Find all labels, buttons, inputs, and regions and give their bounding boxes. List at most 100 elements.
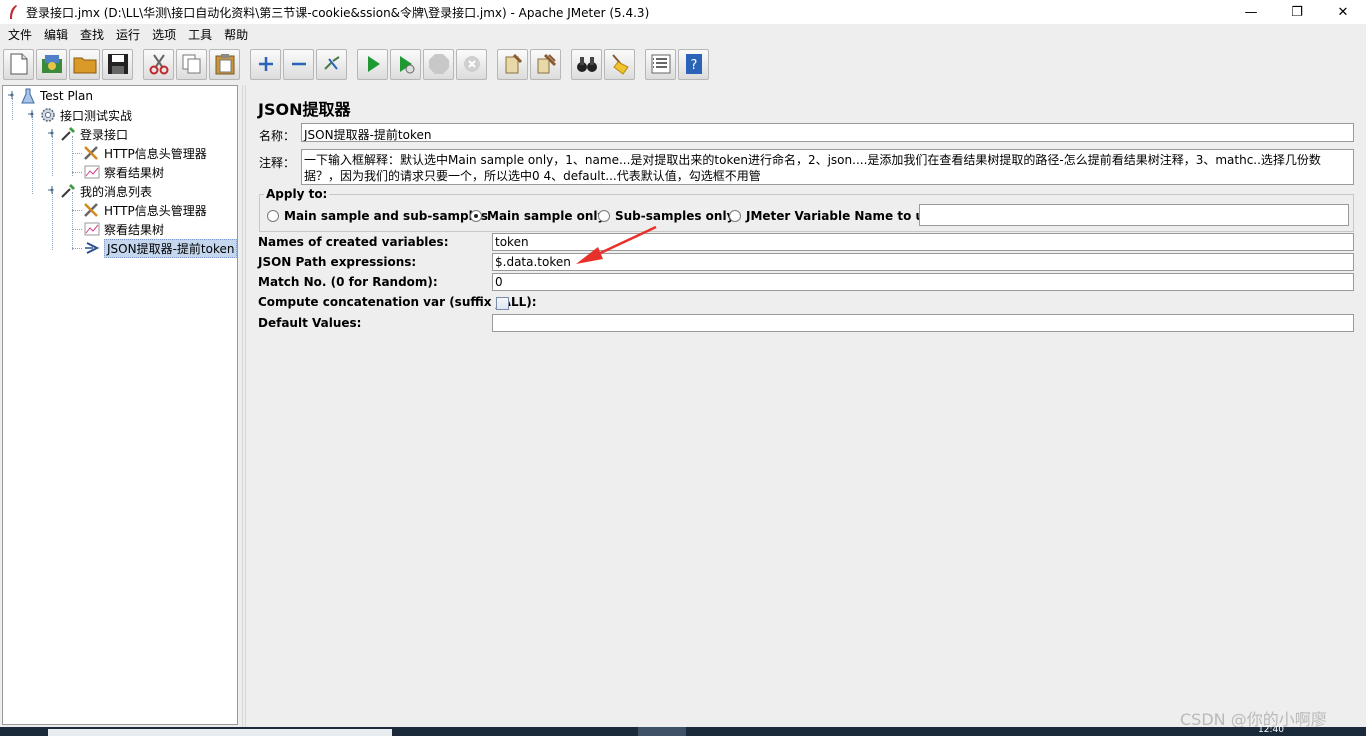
compute-concat-label: Compute concatenation var (suffix _ALL): xyxy=(258,295,537,309)
tree-connector xyxy=(52,192,53,250)
templates-button[interactable] xyxy=(36,48,67,80)
menu-file[interactable]: 文件 xyxy=(2,26,38,43)
graph-icon xyxy=(83,221,101,237)
compute-concat-checkbox[interactable] xyxy=(496,297,509,310)
tree-item-label: 我的消息列表 xyxy=(80,184,153,199)
tree-item-label: 接口测试实战 xyxy=(60,108,133,123)
tree-item-test-plan[interactable]: Test Plan xyxy=(7,87,93,105)
pipette-icon xyxy=(59,183,77,199)
comment-label: 注释： xyxy=(259,156,296,170)
title-bar: 登录接口.jmx (D:\LL\华测\接口自动化资料\第三节课-cookie&s… xyxy=(0,0,1366,24)
taskbar-active-app[interactable] xyxy=(638,727,686,736)
shutdown-button[interactable] xyxy=(456,48,487,80)
radio-sub-samples-only[interactable]: Sub-samples only xyxy=(598,209,734,223)
radio-label: Main sample only xyxy=(487,209,606,223)
cut-icon xyxy=(149,54,168,75)
menu-help[interactable]: 帮助 xyxy=(218,26,254,43)
radio-dot xyxy=(598,210,610,222)
tree-item-messages-sampler[interactable]: 我的消息列表 xyxy=(47,182,152,200)
function-helper-button[interactable] xyxy=(645,48,676,80)
tree-item-label: 察看结果树 xyxy=(104,222,165,237)
tree-item-results-tree-1[interactable]: 察看结果树 xyxy=(83,163,164,181)
tree-expand-handle-icon[interactable] xyxy=(7,89,19,103)
expand-all-button[interactable] xyxy=(250,48,281,80)
radio-dot-selected xyxy=(470,210,482,222)
toggle-button[interactable] xyxy=(316,48,347,80)
tree-item-login-sampler[interactable]: 登录接口 xyxy=(47,125,128,143)
menu-options[interactable]: 选项 xyxy=(146,26,182,43)
svg-text:?: ? xyxy=(690,58,697,73)
tree-item-header-manager-1[interactable]: HTTP信息头管理器 xyxy=(83,144,207,162)
radio-main-sample-only[interactable]: Main sample only xyxy=(470,209,605,223)
reset-search-button[interactable] xyxy=(604,48,635,80)
radio-label: Main sample and sub-samples xyxy=(284,209,489,223)
copy-icon xyxy=(182,54,200,74)
pipette-icon xyxy=(59,126,77,142)
start-no-pauses-button[interactable] xyxy=(390,48,421,80)
tree-connector xyxy=(32,116,33,194)
tree-item-thread-group[interactable]: 接口测试实战 xyxy=(27,106,132,124)
close-button[interactable]: ✕ xyxy=(1320,0,1366,24)
shutdown-icon xyxy=(463,56,480,72)
start-button[interactable] xyxy=(357,48,388,80)
minimize-button[interactable]: — xyxy=(1228,0,1274,24)
menu-edit[interactable]: 编辑 xyxy=(38,26,74,43)
tree-expand-handle-icon[interactable] xyxy=(27,108,39,122)
taskbar-search-box[interactable] xyxy=(48,729,392,736)
jmeter-variable-input[interactable] xyxy=(919,204,1349,226)
toggle-icon xyxy=(323,56,340,70)
tree-connector xyxy=(72,192,73,250)
wrench-icon xyxy=(83,145,101,161)
stop-button[interactable] xyxy=(423,48,454,80)
tree-item-results-tree-2[interactable]: 察看结果树 xyxy=(83,220,164,238)
radio-jmeter-variable[interactable]: JMeter Variable Name to use xyxy=(729,209,939,223)
tree-item-label: Test Plan xyxy=(40,89,93,103)
help-icon: ? xyxy=(685,54,702,74)
stop-icon xyxy=(428,54,449,74)
default-values-input[interactable] xyxy=(492,314,1354,332)
taskbar: 12:40 xyxy=(0,725,1366,736)
copy-button[interactable] xyxy=(176,48,207,80)
tree-item-json-extractor[interactable]: JSON提取器-提前token xyxy=(83,238,238,258)
window-title: 登录接口.jmx (D:\LL\华测\接口自动化资料\第三节课-cookie&s… xyxy=(26,5,650,20)
radio-dot xyxy=(729,210,741,222)
radio-label: JMeter Variable Name to use xyxy=(746,209,940,223)
match-no-input[interactable]: 0 xyxy=(492,273,1354,291)
jmeter-feather-icon xyxy=(6,4,20,20)
panel-splitter[interactable] xyxy=(240,85,248,727)
tree-connector xyxy=(72,172,82,173)
menu-search[interactable]: 查找 xyxy=(74,26,110,43)
collapse-all-button[interactable] xyxy=(283,48,314,80)
clear-button[interactable] xyxy=(497,48,528,80)
expand-icon xyxy=(258,57,273,71)
clear-all-button[interactable] xyxy=(530,48,561,80)
open-icon xyxy=(73,57,96,74)
search-button[interactable] xyxy=(571,48,602,80)
json-path-input[interactable]: $.data.token xyxy=(492,253,1354,271)
tree-expand-handle-icon[interactable] xyxy=(47,127,59,141)
new-button[interactable] xyxy=(3,48,34,80)
tree-item-header-manager-2[interactable]: HTTP信息头管理器 xyxy=(83,201,207,219)
apply-to-title: Apply to: xyxy=(264,187,330,201)
name-label: 名称： xyxy=(259,129,296,143)
tree-expand-handle-icon[interactable] xyxy=(47,184,59,198)
cut-button[interactable] xyxy=(143,48,174,80)
tree-item-label: 登录接口 xyxy=(80,127,129,142)
paste-button[interactable] xyxy=(209,48,240,80)
radio-dot xyxy=(267,210,279,222)
clear-icon xyxy=(505,53,522,74)
menu-bar: 文件 编辑 查找 运行 选项 工具 帮助 xyxy=(0,24,1366,44)
radio-main-and-sub-samples[interactable]: Main sample and sub-samples xyxy=(267,209,488,223)
menu-tools[interactable]: 工具 xyxy=(182,26,218,43)
open-button[interactable] xyxy=(69,48,100,80)
help-button[interactable]: ? xyxy=(678,48,709,80)
name-input[interactable]: JSON提取器-提前token xyxy=(301,123,1354,142)
save-icon xyxy=(107,54,128,74)
maximize-button[interactable]: ❐ xyxy=(1274,0,1320,24)
comment-textarea[interactable]: 一下输入框解释：默认选中Main sample only，1、name...是对… xyxy=(301,149,1354,185)
start-icon xyxy=(367,56,380,72)
extractor-arrow-icon xyxy=(83,240,101,256)
menu-run[interactable]: 运行 xyxy=(110,26,146,43)
save-button[interactable] xyxy=(102,48,133,80)
names-of-variables-input[interactable]: token xyxy=(492,233,1354,251)
